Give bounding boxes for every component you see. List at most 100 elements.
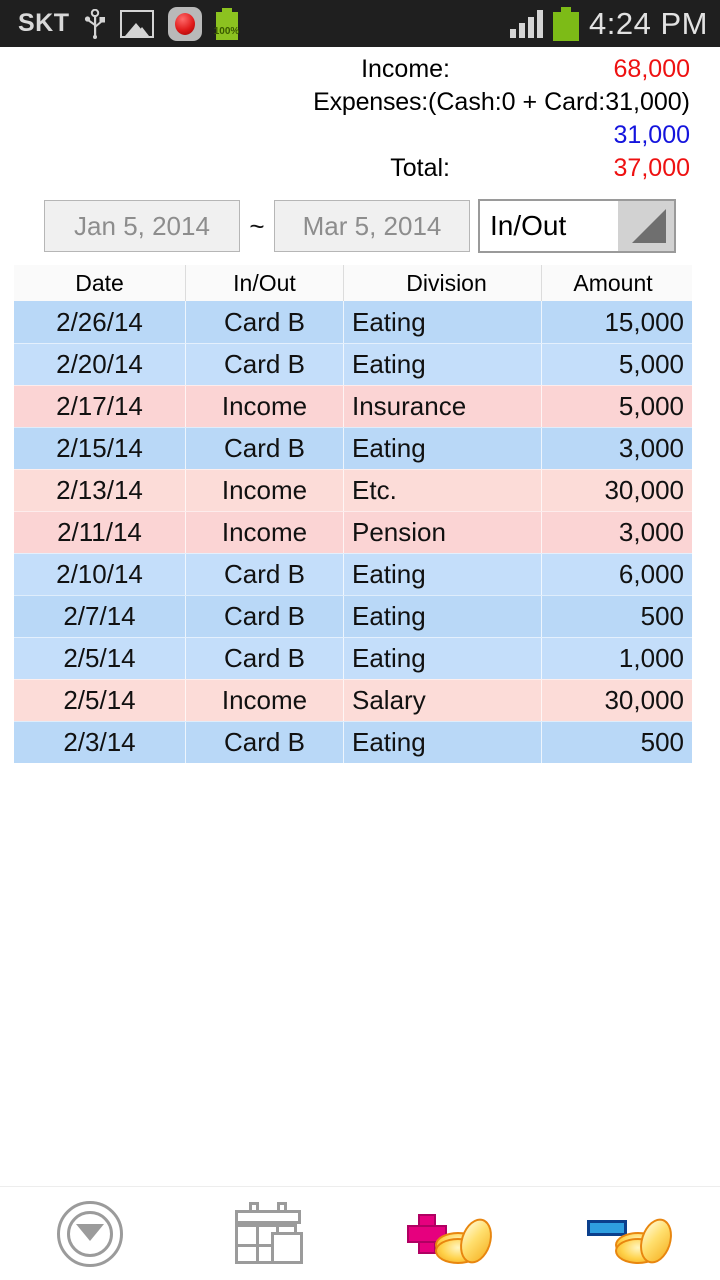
income-label: Income: (361, 55, 450, 83)
total-row: Total: 37,000 (30, 154, 690, 187)
usb-icon (84, 8, 106, 39)
filter-bar: Jan 5, 2014 ~ Mar 5, 2014 In/Out (0, 199, 720, 253)
date-range-separator: ~ (249, 210, 265, 241)
table-row[interactable]: 2/5/14 Income Salary 30,000 (14, 679, 692, 721)
table-row[interactable]: 2/15/14 Card B Eating 3,000 (14, 427, 692, 469)
transaction-date: 2/5/14 (14, 680, 186, 721)
record-icon (167, 6, 202, 41)
transaction-division: Eating (344, 344, 542, 385)
end-date-button[interactable]: Mar 5, 2014 (274, 200, 470, 252)
transaction-division: Eating (344, 596, 542, 637)
status-bar-right: 4:24 PM (510, 6, 708, 42)
expenses-value: 31,000 (613, 121, 690, 149)
expenses-label: Expenses: (313, 88, 429, 116)
transaction-division: Eating (344, 428, 542, 469)
table-body: 2/26/14 Card B Eating 15,000 2/20/14 Card B Ea… (14, 301, 692, 763)
transaction-date: 2/26/14 (14, 301, 186, 343)
transaction-inout: Income (186, 386, 344, 427)
transaction-inout: Income (186, 512, 344, 553)
transaction-inout: Card B (186, 722, 344, 763)
transaction-date: 2/3/14 (14, 722, 186, 763)
status-bar: SKT 100% 4:24 PM (0, 0, 720, 47)
transaction-date: 2/17/14 (14, 386, 186, 427)
expenses-value-row: 31,000 (30, 121, 690, 154)
table-row[interactable]: 2/7/14 Card B Eating 500 (14, 595, 692, 637)
transaction-date: 2/7/14 (14, 596, 186, 637)
table-row[interactable]: 2/26/14 Card B Eating 15,000 (14, 301, 692, 343)
coins-plus-icon (407, 1202, 498, 1268)
transaction-division: Eating (344, 554, 542, 595)
expenses-breakdown: (Cash:0 + Card:31,000) (428, 88, 690, 116)
transaction-division: Eating (344, 722, 542, 763)
transaction-division: Pension (344, 512, 542, 553)
transaction-amount: 5,000 (618, 391, 684, 421)
total-value: 37,000 (613, 154, 690, 182)
table-row[interactable]: 2/17/14 Income Insurance 5,000 (14, 385, 692, 427)
battery-percent-label: 100% (213, 25, 240, 37)
column-header-inout[interactable]: In/Out (186, 265, 344, 301)
column-header-amount[interactable]: Amount (542, 265, 692, 301)
transaction-inout: Card B (186, 301, 344, 343)
inout-filter-value: In/Out (490, 210, 567, 241)
transaction-inout: Card B (186, 428, 344, 469)
transaction-inout: Income (186, 680, 344, 721)
table-row[interactable]: 2/11/14 Income Pension 3,000 (14, 511, 692, 553)
clock-label: 4:24 PM (589, 5, 708, 41)
table-row[interactable]: 2/20/14 Card B Eating 5,000 (14, 343, 692, 385)
dropdown-arrow-icon (618, 201, 674, 251)
transaction-division: Salary (344, 680, 542, 721)
transaction-inout: Card B (186, 554, 344, 595)
transaction-date: 2/15/14 (14, 428, 186, 469)
table-row[interactable]: 2/3/14 Card B Eating 500 (14, 721, 692, 763)
transaction-division: Eating (344, 301, 542, 343)
transaction-amount: 5,000 (618, 349, 684, 379)
income-row: Income: 68,000 (30, 55, 690, 88)
income-value: 68,000 (613, 55, 690, 83)
transaction-division: Eating (344, 638, 542, 679)
add-expense-button[interactable] (540, 1187, 720, 1280)
transaction-amount: 6,000 (618, 559, 684, 589)
calendar-icon (233, 1201, 307, 1266)
transaction-amount: 3,000 (618, 517, 684, 547)
transaction-amount: 3,000 (618, 433, 684, 463)
transaction-amount: 30,000 (604, 475, 684, 505)
transaction-amount: 500 (640, 727, 684, 757)
start-date-button[interactable]: Jan 5, 2014 (44, 200, 240, 252)
battery-icon (553, 6, 580, 41)
transaction-amount: 1,000 (618, 643, 684, 673)
transaction-amount: 500 (640, 601, 684, 631)
table-row[interactable]: 2/13/14 Income Etc. 30,000 (14, 469, 692, 511)
transaction-date: 2/13/14 (14, 470, 186, 511)
calendar-button[interactable] (180, 1187, 360, 1280)
table-row[interactable]: 2/5/14 Card B Eating 1,000 (14, 637, 692, 679)
signal-icon (510, 9, 544, 38)
transaction-inout: Card B (186, 638, 344, 679)
coins-minus-icon (587, 1202, 678, 1268)
column-header-date[interactable]: Date (14, 265, 186, 301)
summary-panel: Income: 68,000 Expenses: (Cash:0 + Card:… (0, 47, 720, 191)
carrier-label: SKT (18, 9, 70, 37)
transaction-inout: Income (186, 470, 344, 511)
transactions-table: Date In/Out Division Amount 2/26/14 Card … (14, 265, 692, 763)
collapse-button[interactable] (0, 1187, 180, 1280)
transaction-inout: Card B (186, 344, 344, 385)
column-header-division[interactable]: Division (344, 265, 542, 301)
transaction-amount: 15,000 (604, 306, 684, 337)
transaction-amount: 30,000 (604, 685, 684, 715)
transaction-inout: Card B (186, 596, 344, 637)
image-icon (119, 9, 154, 38)
table-row[interactable]: 2/10/14 Card B Eating 6,000 (14, 553, 692, 595)
add-income-button[interactable] (360, 1187, 540, 1280)
transaction-date: 2/11/14 (14, 512, 186, 553)
total-label: Total: (390, 154, 450, 182)
battery-percent-icon: 100% (213, 7, 240, 40)
transaction-division: Insurance (344, 386, 542, 427)
transaction-date: 2/5/14 (14, 638, 186, 679)
status-bar-left: SKT 100% (18, 6, 240, 41)
bottom-toolbar (0, 1186, 720, 1280)
circle-down-arrow-icon (57, 1200, 123, 1267)
transaction-date: 2/10/14 (14, 554, 186, 595)
transaction-division: Etc. (344, 470, 542, 511)
expenses-row: Expenses: (Cash:0 + Card:31,000) (30, 88, 690, 121)
inout-filter-spinner[interactable]: In/Out (478, 199, 676, 253)
